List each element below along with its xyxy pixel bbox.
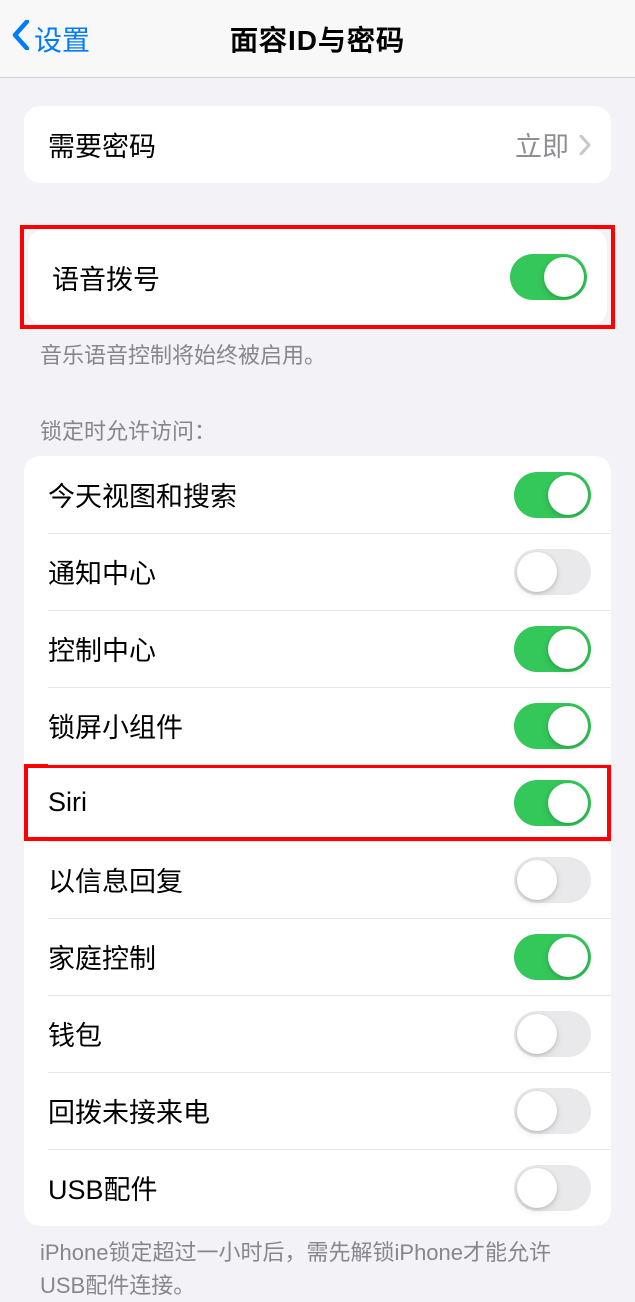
require-passcode-group: 需要密码 立即 (24, 106, 611, 183)
require-passcode-label: 需要密码 (48, 125, 156, 164)
control-center-row: 控制中心 (24, 610, 611, 687)
notification-center-toggle[interactable] (514, 549, 591, 595)
page-title: 面容ID与密码 (230, 19, 405, 59)
lock-widgets-toggle[interactable] (514, 703, 591, 749)
return-missed-calls-toggle[interactable] (514, 1088, 591, 1134)
back-button[interactable]: 设置 (0, 19, 90, 59)
today-view-row: 今天视图和搜索 (24, 456, 611, 533)
wallet-label: 钱包 (48, 1014, 102, 1053)
lock-access-header: 锁定时允许访问： (0, 414, 635, 456)
usb-accessories-toggle[interactable] (514, 1165, 591, 1211)
lock-access-footer: iPhone锁定超过一小时后，需先解锁iPhone才能允许USB配件连接。 (0, 1226, 635, 1302)
siri-label: Siri (48, 787, 87, 818)
highlight-voice-dial: 语音拨号 (20, 225, 615, 329)
wallet-row: 钱包 (24, 995, 611, 1072)
require-passcode-value: 立即 (515, 125, 569, 164)
reply-message-row: 以信息回复 (24, 841, 611, 918)
lock-widgets-row: 锁屏小组件 (24, 687, 611, 764)
require-passcode-row[interactable]: 需要密码 立即 (24, 106, 611, 183)
home-control-row: 家庭控制 (24, 918, 611, 995)
today-view-toggle[interactable] (514, 472, 591, 518)
return-missed-calls-label: 回拨未接来电 (48, 1091, 210, 1130)
lock-widgets-label: 锁屏小组件 (48, 706, 183, 745)
return-missed-calls-row: 回拨未接来电 (24, 1072, 611, 1149)
notification-center-label: 通知中心 (48, 552, 156, 591)
voice-dial-group: 语音拨号 (28, 229, 607, 325)
chevron-right-icon (579, 135, 591, 155)
siri-toggle[interactable] (514, 780, 591, 826)
usb-accessories-row: USB配件 (24, 1149, 611, 1226)
control-center-toggle[interactable] (514, 626, 591, 672)
usb-accessories-label: USB配件 (48, 1168, 158, 1207)
siri-row: Siri (24, 764, 611, 841)
voice-dial-row: 语音拨号 (28, 229, 607, 325)
voice-dial-toggle[interactable] (510, 254, 587, 300)
wallet-toggle[interactable] (514, 1011, 591, 1057)
reply-message-toggle[interactable] (514, 857, 591, 903)
voice-dial-footer: 音乐语音控制将始终被启用。 (0, 329, 635, 372)
navbar: 设置 面容ID与密码 (0, 0, 635, 78)
home-control-label: 家庭控制 (48, 937, 156, 976)
chevron-left-icon (12, 20, 30, 57)
today-view-label: 今天视图和搜索 (48, 475, 237, 514)
notification-center-row: 通知中心 (24, 533, 611, 610)
reply-message-label: 以信息回复 (48, 860, 183, 899)
control-center-label: 控制中心 (48, 629, 156, 668)
lock-access-group: 今天视图和搜索 通知中心 控制中心 锁屏小组件 Siri 以信息回复 家庭控制 (24, 456, 611, 1226)
voice-dial-label: 语音拨号 (52, 258, 160, 297)
home-control-toggle[interactable] (514, 934, 591, 980)
back-label: 设置 (34, 19, 90, 59)
